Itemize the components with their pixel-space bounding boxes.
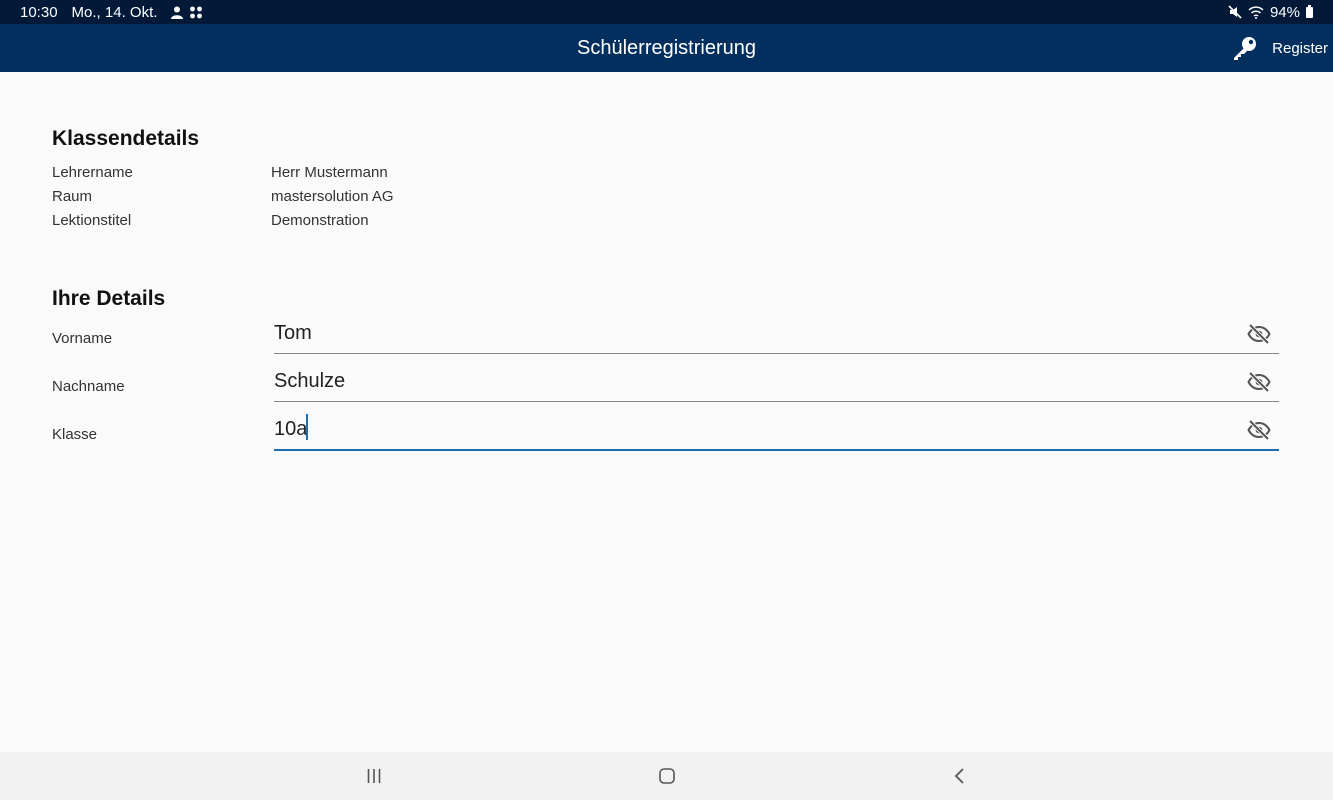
status-bar: 10:30 Mo., 14. Okt. 94% — [0, 0, 1333, 24]
page-title: Schülerregistrierung — [577, 36, 756, 59]
home-button[interactable] — [653, 764, 681, 788]
first-name-field — [274, 314, 1279, 354]
status-time: 10:30 — [20, 3, 58, 21]
class-details-title: Klassendetails — [52, 127, 200, 150]
eye-off-icon[interactable] — [1247, 418, 1271, 442]
your-details-title: Ihre Details — [52, 287, 166, 310]
room-label: Raum — [52, 188, 93, 205]
app-bar: Schülerregistrierung Register — [0, 24, 1333, 72]
back-button[interactable] — [946, 764, 974, 788]
eye-off-icon[interactable] — [1247, 322, 1271, 346]
battery-icon — [1306, 4, 1313, 18]
room-value: mastersolution AG — [271, 188, 394, 205]
lesson-title-label: Lektionstitel — [52, 212, 132, 229]
status-date: Mo., 14. Okt. — [71, 3, 158, 21]
key-icon — [1234, 37, 1257, 60]
register-button[interactable]: Register — [1232, 24, 1328, 72]
person-icon — [171, 6, 184, 19]
teacher-name-value: Herr Mustermann — [271, 164, 388, 181]
last-name-input[interactable] — [274, 363, 1234, 400]
app-grid-icon — [190, 6, 203, 18]
class-label: Klasse — [52, 426, 98, 443]
lesson-title-value: Demonstration — [271, 212, 369, 229]
wifi-icon — [1248, 5, 1264, 19]
class-input[interactable] — [274, 411, 1234, 448]
status-right: 94% — [1228, 4, 1313, 21]
last-name-field — [274, 362, 1279, 402]
home-icon — [659, 768, 675, 784]
first-name-label: Vorname — [52, 330, 113, 347]
first-name-input[interactable] — [274, 315, 1234, 352]
status-notification-icons — [171, 6, 203, 19]
class-field — [274, 410, 1279, 451]
text-cursor — [306, 414, 308, 440]
eye-off-icon[interactable] — [1247, 370, 1271, 394]
system-nav-bar — [0, 752, 1333, 800]
registration-form: Klassendetails Lehrername Herr Musterman… — [0, 72, 1333, 752]
last-name-label: Nachname — [52, 378, 125, 395]
battery-level: 94% — [1269, 3, 1300, 21]
teacher-name-label: Lehrername — [52, 164, 133, 181]
recents-icon — [367, 769, 381, 783]
back-icon — [954, 768, 964, 784]
status-left: 10:30 Mo., 14. Okt. — [20, 4, 203, 21]
recents-button[interactable] — [360, 764, 388, 788]
register-label: Register — [1272, 39, 1328, 57]
mute-icon — [1228, 5, 1242, 19]
